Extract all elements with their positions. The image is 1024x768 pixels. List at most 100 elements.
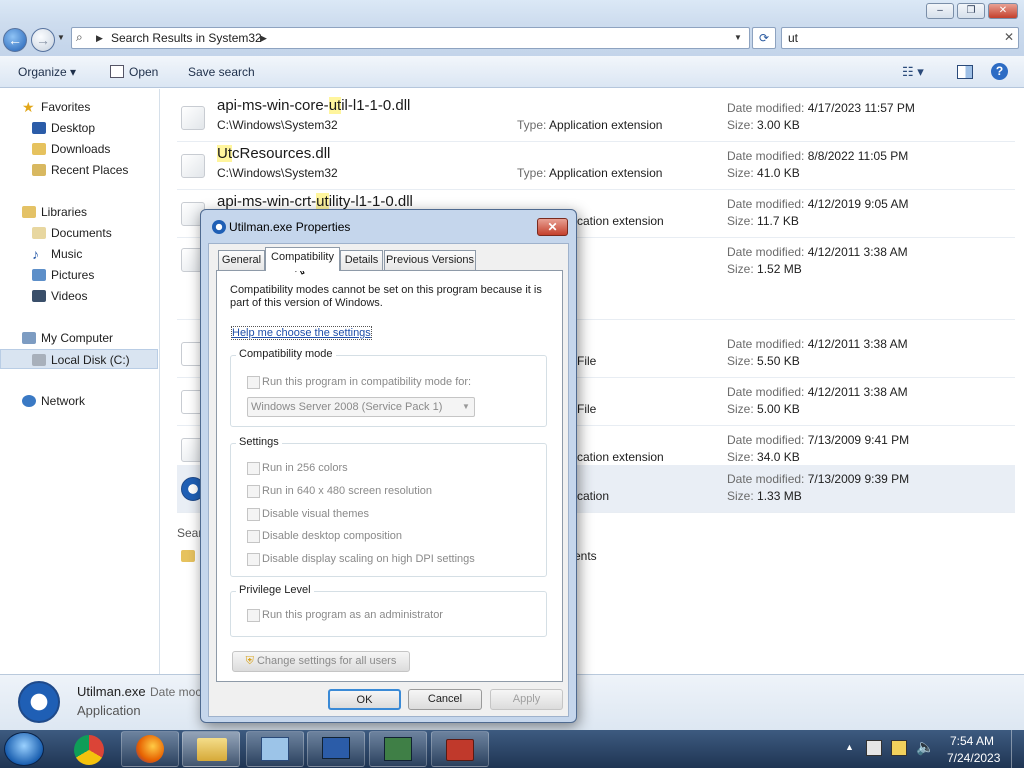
- address-dropdown-icon[interactable]: ▼: [734, 33, 742, 42]
- command-bar: Organize ▾ Open Save search ☷ ▾ ?: [0, 56, 1024, 88]
- checkbox-label: Disable display scaling on high DPI sett…: [262, 553, 475, 565]
- file-size: Size: 1.52 MB: [727, 262, 802, 276]
- chevron-down-icon: ▼: [462, 402, 470, 411]
- taskbar: ▲ 🔈 7:54 AM 7/24/2023: [0, 730, 1024, 768]
- nav-pictures[interactable]: Pictures: [0, 265, 158, 285]
- toolbox-icon: [446, 739, 474, 761]
- run-640x480-checkbox[interactable]: [247, 485, 260, 498]
- libraries-icon: [22, 206, 36, 218]
- hardware-icon: [384, 737, 412, 761]
- network-tray-icon[interactable]: [891, 740, 907, 756]
- search-icon: ⌕: [76, 30, 83, 44]
- breadcrumb-arrow-icon[interactable]: ▶: [260, 33, 267, 44]
- show-hidden-icons-icon[interactable]: ▲: [845, 742, 854, 752]
- tab-details[interactable]: Details: [340, 250, 383, 270]
- change-settings-all-users-button[interactable]: ⛨ Change settings for all users: [232, 651, 410, 672]
- remote-desktop-taskbar-button[interactable]: [307, 731, 365, 767]
- address-bar[interactable]: ⌕ ▶ Search Results in System32 ▶ ▼: [71, 27, 750, 49]
- window-titlebar: – ❐ ✕: [0, 0, 1024, 24]
- button-label: Change settings for all users: [256, 655, 397, 667]
- device-manager-taskbar-button[interactable]: [369, 731, 427, 767]
- nav-label: Libraries: [41, 205, 88, 219]
- chrome-icon: [74, 735, 104, 765]
- nav-downloads[interactable]: Downloads: [0, 139, 158, 159]
- maximize-button[interactable]: ❐: [957, 3, 985, 19]
- clock-date[interactable]: 7/24/2023: [947, 751, 1000, 765]
- show-desktop-button[interactable]: [1011, 730, 1024, 768]
- refresh-button[interactable]: ⟳: [752, 27, 776, 49]
- tab-compatibility[interactable]: Compatibility: [265, 247, 340, 271]
- file-row[interactable]: UtcResources.dll C:\Windows\System32 Typ…: [177, 142, 1015, 190]
- file-size: Size: 41.0 KB: [727, 166, 800, 180]
- control-panel-icon: [261, 737, 289, 761]
- file-size: Size: 11.7 KB: [727, 214, 799, 228]
- view-options-icon[interactable]: ☷ ▾: [902, 64, 924, 80]
- file-type: cation extension: [577, 214, 664, 228]
- control-panel-taskbar-button[interactable]: [246, 731, 304, 767]
- cancel-button[interactable]: Cancel: [408, 689, 482, 710]
- file-type: File: [577, 354, 597, 368]
- run-256-colors-checkbox[interactable]: [247, 462, 260, 475]
- back-button[interactable]: ←: [3, 28, 27, 52]
- compatibility-mode-group: Compatibility mode Run this program in c…: [230, 348, 547, 427]
- disable-dpi-scaling-checkbox[interactable]: [247, 553, 260, 566]
- checkbox-label: Disable desktop composition: [262, 530, 403, 542]
- dll-file-icon: [181, 154, 205, 178]
- clear-search-icon[interactable]: ✕: [1004, 30, 1014, 44]
- nav-my-computer[interactable]: My Computer: [0, 328, 158, 348]
- nav-libraries[interactable]: Libraries: [0, 202, 158, 222]
- file-path: C:\Windows\System32: [217, 118, 338, 132]
- compat-mode-checkbox[interactable]: [247, 376, 260, 389]
- open-button[interactable]: Open: [129, 65, 158, 79]
- search-value: ut: [788, 31, 799, 45]
- nav-label: Favorites: [41, 100, 91, 114]
- star-icon: ★: [22, 99, 35, 115]
- disable-visual-themes-checkbox[interactable]: [247, 508, 260, 521]
- nav-videos[interactable]: Videos: [0, 286, 158, 306]
- explorer-taskbar-button[interactable]: [182, 731, 240, 767]
- documents-icon: [32, 227, 46, 239]
- help-icon[interactable]: ?: [991, 63, 1008, 80]
- minimize-button[interactable]: –: [926, 3, 954, 19]
- nav-local-disk[interactable]: Local Disk (C:): [0, 349, 158, 369]
- utilman-large-icon: [18, 681, 60, 723]
- file-date: Date modified: 4/17/2023 11:57 PM: [727, 101, 915, 115]
- file-size: Size: 1.33 MB: [727, 489, 802, 503]
- nav-documents[interactable]: Documents: [0, 223, 158, 243]
- forward-button[interactable]: →: [31, 28, 55, 52]
- file-date: Date modified: 4/12/2011 3:38 AM: [727, 385, 908, 399]
- action-center-icon[interactable]: [866, 740, 882, 756]
- close-button[interactable]: ✕: [988, 3, 1018, 19]
- search-contents-link[interactable]: ents: [574, 549, 597, 563]
- file-row[interactable]: api-ms-win-core-util-l1-1-0.dll C:\Windo…: [177, 94, 1015, 142]
- ok-button[interactable]: OK: [328, 689, 401, 710]
- compat-mode-select[interactable]: Windows Server 2008 (Service Pack 1) ▼: [247, 397, 475, 417]
- firefox-taskbar-button[interactable]: [121, 731, 179, 767]
- address-path[interactable]: Search Results in System32: [111, 31, 262, 45]
- organize-button[interactable]: Organize ▾: [18, 65, 76, 79]
- nav-music[interactable]: ♪ Music: [0, 244, 158, 264]
- nav-network[interactable]: Network: [0, 391, 158, 411]
- dialog-close-button[interactable]: ✕: [537, 218, 568, 236]
- disable-desktop-composition-checkbox[interactable]: [247, 530, 260, 543]
- file-type: Type: Application extension: [517, 166, 663, 180]
- tab-general[interactable]: General: [218, 250, 265, 270]
- apply-button[interactable]: Apply: [490, 689, 563, 710]
- nav-desktop[interactable]: Desktop: [0, 118, 158, 138]
- breadcrumb-arrow-icon[interactable]: ▶: [96, 33, 103, 44]
- nav-favorites[interactable]: ★ Favorites: [0, 97, 158, 117]
- save-search-button[interactable]: Save search: [188, 65, 255, 79]
- search-input[interactable]: ut ✕: [781, 27, 1019, 49]
- clock-time[interactable]: 7:54 AM: [950, 734, 994, 748]
- toolbox-taskbar-button[interactable]: [431, 731, 489, 767]
- tab-previous-versions[interactable]: Previous Versions: [384, 250, 476, 270]
- start-button[interactable]: [4, 732, 44, 766]
- volume-muted-icon[interactable]: 🔈: [916, 738, 935, 756]
- chrome-taskbar-button[interactable]: [60, 731, 118, 767]
- run-as-admin-checkbox[interactable]: [247, 609, 260, 622]
- history-dropdown-icon[interactable]: ▼: [57, 33, 67, 42]
- help-choose-settings-link[interactable]: Help me choose the settings: [231, 326, 372, 340]
- preview-pane-icon[interactable]: [957, 65, 973, 79]
- nav-recent-places[interactable]: Recent Places: [0, 160, 158, 180]
- file-date: Date modified: 4/12/2011 3:38 AM: [727, 245, 908, 259]
